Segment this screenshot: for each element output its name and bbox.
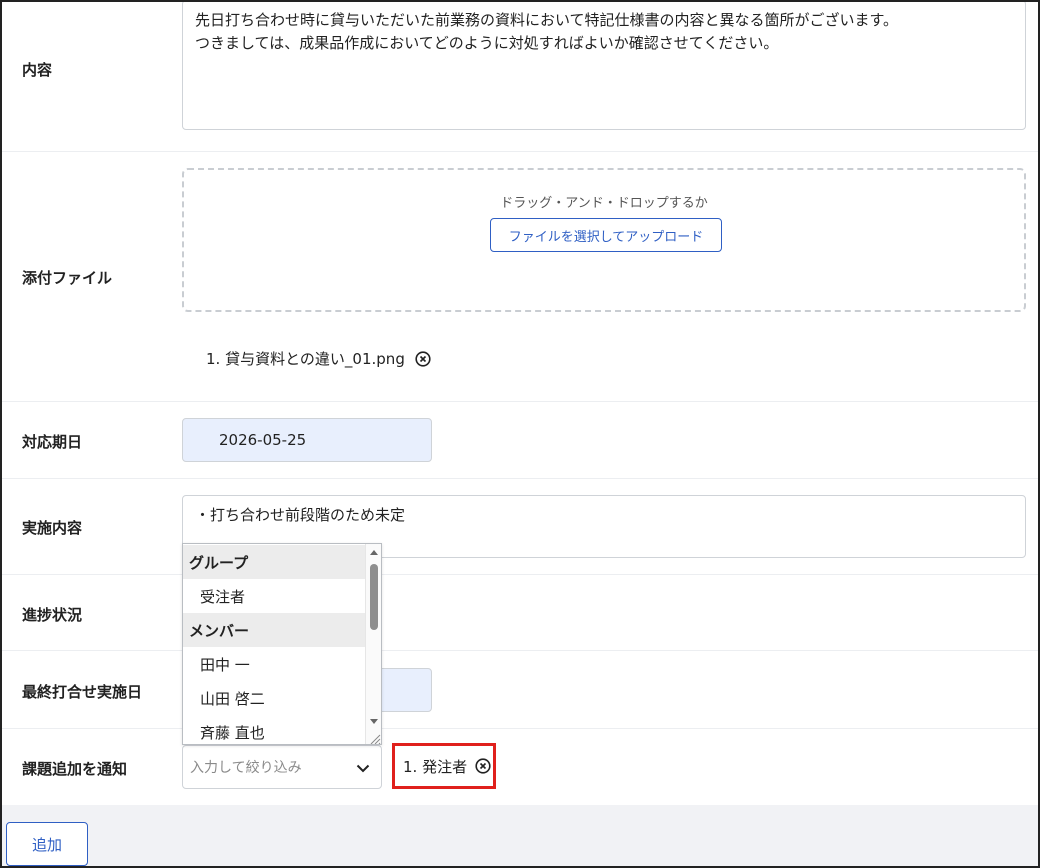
due-date-value: 2026-05-25 — [219, 431, 307, 449]
attached-file-name: 1. 貸与資料との違い_01.png — [206, 350, 405, 368]
upload-file-button[interactable]: ファイルを選択してアップロード — [490, 218, 722, 252]
notify-filter-placeholder: 入力して絞り込み — [190, 760, 302, 776]
notify-selected-name: 1. 発注者 — [403, 757, 468, 776]
dropdown-option[interactable]: 斉藤 直也 — [183, 715, 367, 744]
dropdown-scrollbar[interactable] — [365, 544, 382, 745]
notify-dropdown-list[interactable]: グループ 受注者 メンバー 田中 一 山田 啓二 斉藤 直也 — [182, 543, 382, 745]
dropdown-scroll-thumb[interactable] — [370, 564, 378, 630]
due-date-input[interactable]: 2026-05-25 — [182, 418, 432, 462]
content-row: 内容 先日打ち合わせ時に貸与いただいた前業務の資料において特記仕様書の内容と異な… — [2, 2, 1038, 152]
dropdown-group-header: グループ — [183, 545, 367, 579]
due-date-label: 対応期日 — [22, 433, 83, 451]
notify-label: 課題追加を通知 — [22, 760, 128, 778]
attachment-label: 添付ファイル — [22, 269, 113, 287]
dropdown-option[interactable]: 受注者 — [183, 579, 367, 613]
progress-label: 進捗状況 — [22, 606, 83, 624]
attached-file-item: 1. 貸与資料との違い_01.png — [206, 348, 431, 369]
progress-row: 進捗状況 — [2, 575, 1038, 651]
notify-filter-select[interactable]: 入力して絞り込み — [182, 745, 382, 789]
add-button[interactable]: 追加 — [6, 822, 88, 866]
content-line-2: つきましては、成果品作成においてどのように対処すればよいか確認させてください。 — [195, 34, 779, 52]
dropdown-option[interactable]: 田中 一 — [183, 647, 367, 681]
action-value: ・打ち合わせ前段階のため未定 — [195, 506, 406, 524]
last-meeting-row: 最終打合せ実施日 — [2, 651, 1038, 729]
dropdown-group-header: メンバー — [183, 613, 367, 647]
notify-selected-tag: 1. 発注者 — [392, 743, 496, 789]
remove-recipient-icon[interactable] — [475, 758, 491, 774]
dropzone-hint: ドラッグ・アンド・ドロップするか — [500, 196, 708, 211]
resize-grip-icon[interactable] — [366, 730, 382, 745]
last-meeting-label: 最終打合せ実施日 — [22, 683, 143, 701]
content-line-1: 先日打ち合わせ時に貸与いただいた前業務の資料において特記仕様書の内容と異なる箇所… — [195, 11, 899, 29]
action-label: 実施内容 — [22, 519, 83, 537]
form-footer — [2, 805, 1038, 866]
dropdown-option[interactable]: 山田 啓二 — [183, 681, 367, 715]
due-date-row: 対応期日 — [2, 402, 1038, 479]
notify-row: 課題追加を通知 — [2, 729, 1038, 805]
scroll-down-icon[interactable] — [366, 714, 382, 728]
content-textarea[interactable]: 先日打ち合わせ時に貸与いただいた前業務の資料において特記仕様書の内容と異なる箇所… — [182, 2, 1026, 130]
issue-form: 内容 先日打ち合わせ時に貸与いただいた前業務の資料において特記仕様書の内容と異な… — [0, 0, 1040, 868]
scroll-up-icon[interactable] — [366, 546, 382, 560]
remove-file-icon[interactable] — [415, 350, 431, 367]
chevron-down-icon[interactable] — [355, 760, 371, 776]
file-dropzone[interactable]: ドラッグ・アンド・ドロップするか ファイルを選択してアップロード — [182, 168, 1026, 312]
content-label: 内容 — [22, 61, 53, 79]
